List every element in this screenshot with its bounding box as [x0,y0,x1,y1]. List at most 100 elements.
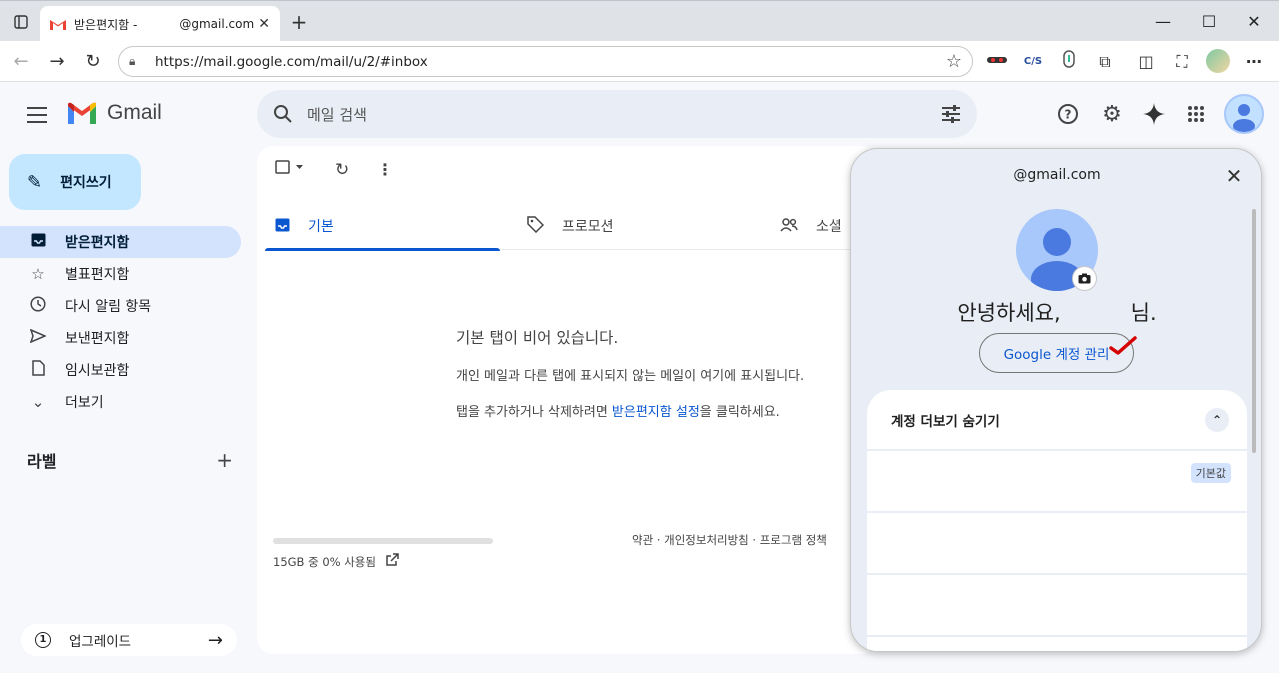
sidebar-item-label: 다시 알림 항목 [65,299,152,315]
account-row[interactable] [867,513,1247,575]
panel-scrollbar[interactable] [1252,209,1256,453]
star-icon: ☆ [31,265,45,283]
sidebar-item-snoozed[interactable]: 다시 알림 항목 [0,290,241,322]
greeting-post: 님. [1130,301,1157,325]
minimize-button[interactable]: — [1143,9,1183,35]
clock-icon [28,296,48,316]
tab-label: 소셜 [816,219,842,235]
empty-state: 기본 탭이 비어 있습니다. 개인 메일과 다른 탭에 표시되지 않는 메일이 … [456,326,876,420]
sidebar-item-label: 보낸편지함 [65,331,130,347]
footer-links[interactable]: 약관 · 개인정보처리방침 · 프로그램 정책 [632,532,827,548]
account-email: @gmail.com [1013,167,1101,183]
inbox-settings-link[interactable]: 받은편지함 설정 [612,405,700,420]
sidebar-item-starred[interactable]: ☆ 별표편지함 [0,258,241,290]
tab-social[interactable]: 소셜 [780,202,842,250]
draft-icon [28,360,48,380]
default-badge: 기본값 [1190,463,1231,483]
main-menu-icon[interactable] [24,102,50,128]
more-accounts-toggle[interactable]: 계정 더보기 숨기기 ⌃ [867,390,1247,451]
search-bar[interactable]: 메일 검색 [257,90,977,138]
labels-title: 라벨 [27,452,57,471]
apps-grid-icon[interactable] [1180,98,1212,130]
account-avatar-button[interactable] [1224,94,1264,134]
category-tabs: 기본 프로모션 소셜 [265,202,877,251]
chevron-up-icon: ⌃ [1205,407,1229,432]
sidebar-item-label: 더보기 [65,395,104,411]
lock-icon: 🔒︎ [129,54,136,68]
account-row[interactable] [867,575,1247,637]
svg-text:?: ? [1065,108,1072,122]
settings-gear-icon[interactable]: ⚙ [1096,98,1128,130]
browser-tab-bar: 받은편지함 - @gmail.com ✕ + — ☐ ✕ [0,0,1279,42]
forward-button[interactable]: → [44,49,70,75]
tab-promotions[interactable]: 프로모션 [527,202,614,250]
compose-label: 편지쓰기 [60,175,112,191]
sidebar-item-sent[interactable]: 보낸편지함 [0,322,241,354]
account-row[interactable] [867,637,1247,651]
tab-close-icon[interactable]: ✕ [258,16,270,32]
red-checkmark-annotation-icon [1109,336,1137,355]
close-window-button[interactable]: ✕ [1234,9,1274,35]
extension-cjs-icon[interactable]: C/S [1021,50,1045,74]
tab-actions-icon[interactable] [7,8,35,36]
help-icon[interactable]: ? [1052,98,1084,130]
empty-settings-hint: 탭을 추가하거나 삭제하려면 받은편지함 설정을 클릭하세요. [456,401,876,420]
sidebar-item-drafts[interactable]: 임시보관함 [0,354,241,386]
browser-profile-avatar[interactable] [1206,49,1230,73]
refresh-icon[interactable]: ↻ [335,160,349,180]
more-menu-icon[interactable]: ⋯ [1242,50,1266,74]
tab-title: 받은편지함 - [74,17,138,32]
open-external-icon[interactable] [386,553,399,570]
address-url: https://mail.google.com/mail/u/2/#inbox [155,53,428,70]
search-options-icon[interactable] [941,105,961,123]
sidebar-item-label: 받은편지함 [65,235,130,251]
pencil-icon: ✎ [27,171,43,193]
greeting: 안녕하세요, 님. [851,297,1261,327]
reload-button[interactable]: ↻ [80,49,106,75]
hint-text-post: 을 클릭하세요. [699,405,780,420]
sidebar-item-inbox[interactable]: 받은편지함 [0,226,241,258]
browser-toolbar: ← → ↻ 🔒︎ https://mail.google.com/mail/u/… [0,41,1279,82]
search-icon[interactable] [273,104,293,124]
extension-shield-icon[interactable] [1057,50,1081,74]
storage-usage: 15GB 중 0% 사용됨 [273,553,399,570]
more-accounts-section: 계정 더보기 숨기기 ⌃ 기본값 [867,390,1247,651]
address-bar[interactable]: 🔒︎ https://mail.google.com/mail/u/2/#inb… [118,46,973,77]
back-button[interactable]: ← [8,49,34,75]
tab-primary[interactable]: 기본 [265,202,500,251]
send-icon [28,328,48,347]
close-icon[interactable]: ✕ [1221,163,1247,189]
maximize-button[interactable]: ☐ [1189,9,1229,35]
sidebar-item-label: 별표편지함 [65,267,130,283]
account-panel: @gmail.com ✕ 안녕하세요, 님. Google 계정 관리 계정 더보… [850,148,1262,652]
split-screen-icon[interactable]: ◫ [1134,50,1158,74]
account-row[interactable]: 기본값 [867,451,1247,513]
browser-tab-gmail[interactable]: 받은편지함 - @gmail.com ✕ [40,6,280,42]
inbox-icon [275,217,290,236]
compose-button[interactable]: ✎ 편지쓰기 [9,154,141,210]
upgrade-button[interactable]: 1 업그레이드 → [21,624,237,656]
new-tab-button[interactable]: + [287,10,311,34]
extensions-puzzle-icon[interactable]: ⧉ [1093,50,1117,74]
mail-list-panel: ↻ ⋮ 기본 프로모션 소셜 기본 탭이 비어 있습니다. 개인 메일과 다른 … [257,146,877,654]
bookmark-star-icon[interactable]: ☆ [946,51,962,72]
add-label-button[interactable]: + [216,448,233,472]
more-actions-icon[interactable]: ⋮ [377,160,393,179]
storage-usage-bar [273,538,493,544]
empty-title: 기본 탭이 비어 있습니다. [456,329,619,347]
upgrade-label: 업그레이드 [69,634,132,650]
gemini-sparkle-icon[interactable] [1138,98,1170,130]
inbox-icon [28,233,48,251]
screenshot-icon[interactable]: ⛶ [1170,50,1194,74]
sidebar-item-label: 임시보관함 [65,363,130,379]
search-input[interactable]: 메일 검색 [307,104,941,125]
tab-label: 프로모션 [562,219,614,235]
empty-description: 개인 메일과 다른 탭에 표시되지 않는 메일이 여기에 표시됩니다. [456,369,805,384]
extension-mask-icon[interactable] [985,50,1009,74]
more-accounts-label: 계정 더보기 숨기기 [891,413,1000,430]
sidebar-item-more[interactable]: ⌄ 더보기 [0,386,241,418]
gmail-logo-text: Gmail [107,101,162,124]
camera-icon[interactable] [1072,266,1097,291]
select-all-checkbox[interactable] [275,160,305,178]
arrow-right-icon: → [207,629,223,651]
